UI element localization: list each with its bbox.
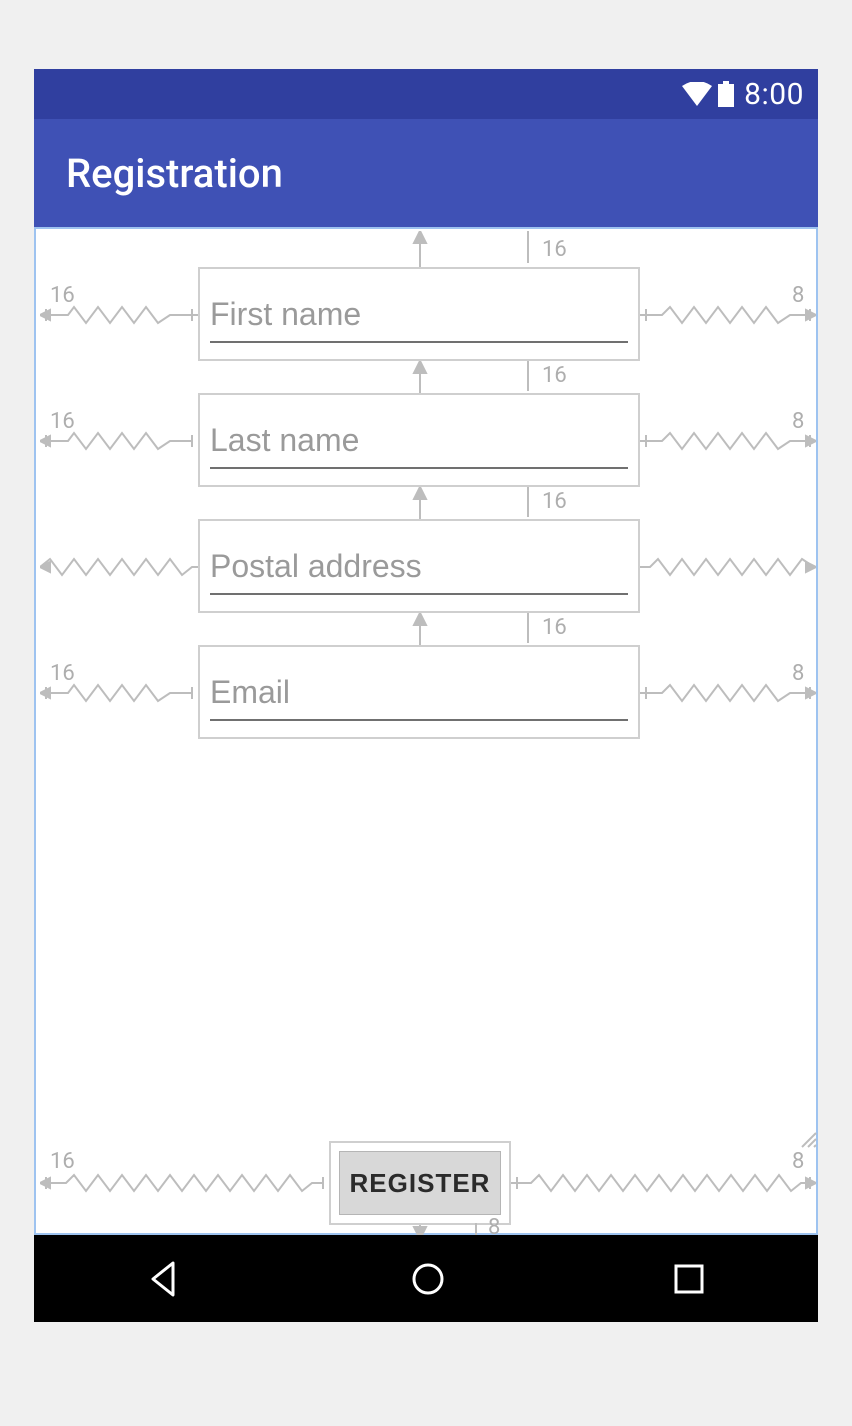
constraint-tick-vgap: [520, 361, 536, 391]
email-input[interactable]: [210, 674, 628, 737]
constraint-spring-left: [40, 555, 198, 579]
constraint-tick-vgap: [520, 487, 536, 517]
constraint-spring-right: [640, 429, 816, 453]
input-underline: [210, 341, 628, 343]
constraint-spring-left: [40, 681, 198, 705]
input-underline: [210, 467, 628, 469]
postal-address-input[interactable]: [210, 548, 628, 611]
last-name-input[interactable]: [210, 422, 628, 485]
margin-label: 16: [542, 363, 567, 388]
constraint-layout-canvas: 16 16 8 16 16: [34, 227, 818, 1235]
constraint-spring-left: [40, 303, 198, 327]
status-time: 8:00: [744, 77, 804, 112]
home-icon[interactable]: [408, 1259, 448, 1299]
resize-handle-icon: [800, 1131, 818, 1149]
device-frame: 8:00 Registration 16 16 8: [34, 69, 818, 1322]
first-name-field-frame: [198, 267, 640, 361]
input-underline: [210, 719, 628, 721]
constraint-spring-right: [640, 555, 816, 579]
constraint-spring-right: [511, 1171, 816, 1195]
margin-label: 16: [542, 615, 567, 640]
constraint-arrow-vgap: [405, 361, 435, 393]
constraint-spring-right: [640, 303, 816, 327]
margin-label: 16: [542, 237, 567, 262]
input-underline: [210, 593, 628, 595]
constraint-arrow-vgap: [405, 613, 435, 645]
register-button-frame: REGISTER: [329, 1141, 511, 1225]
constraint-spring-left: [40, 429, 198, 453]
first-name-input[interactable]: [210, 296, 628, 359]
constraint-spring-left: [40, 1171, 329, 1195]
status-bar: 8:00: [34, 69, 818, 119]
email-field-frame: [198, 645, 640, 739]
page-title: Registration: [66, 150, 283, 197]
recents-icon[interactable]: [671, 1261, 707, 1297]
back-icon[interactable]: [145, 1259, 185, 1299]
constraint-tick-top: [520, 231, 536, 263]
last-name-field-frame: [198, 393, 640, 487]
constraint-arrow-vgap: [405, 487, 435, 519]
postal-address-field-frame: [198, 519, 640, 613]
battery-icon: [718, 81, 734, 107]
navigation-bar: [34, 1235, 818, 1322]
constraint-spring-right: [640, 681, 816, 705]
register-button[interactable]: REGISTER: [339, 1151, 501, 1215]
app-bar: Registration: [34, 119, 818, 227]
constraint-tick-vgap: [520, 613, 536, 643]
wifi-icon: [682, 82, 712, 106]
margin-label: 16: [542, 489, 567, 514]
constraint-arrow-top: [405, 231, 435, 267]
